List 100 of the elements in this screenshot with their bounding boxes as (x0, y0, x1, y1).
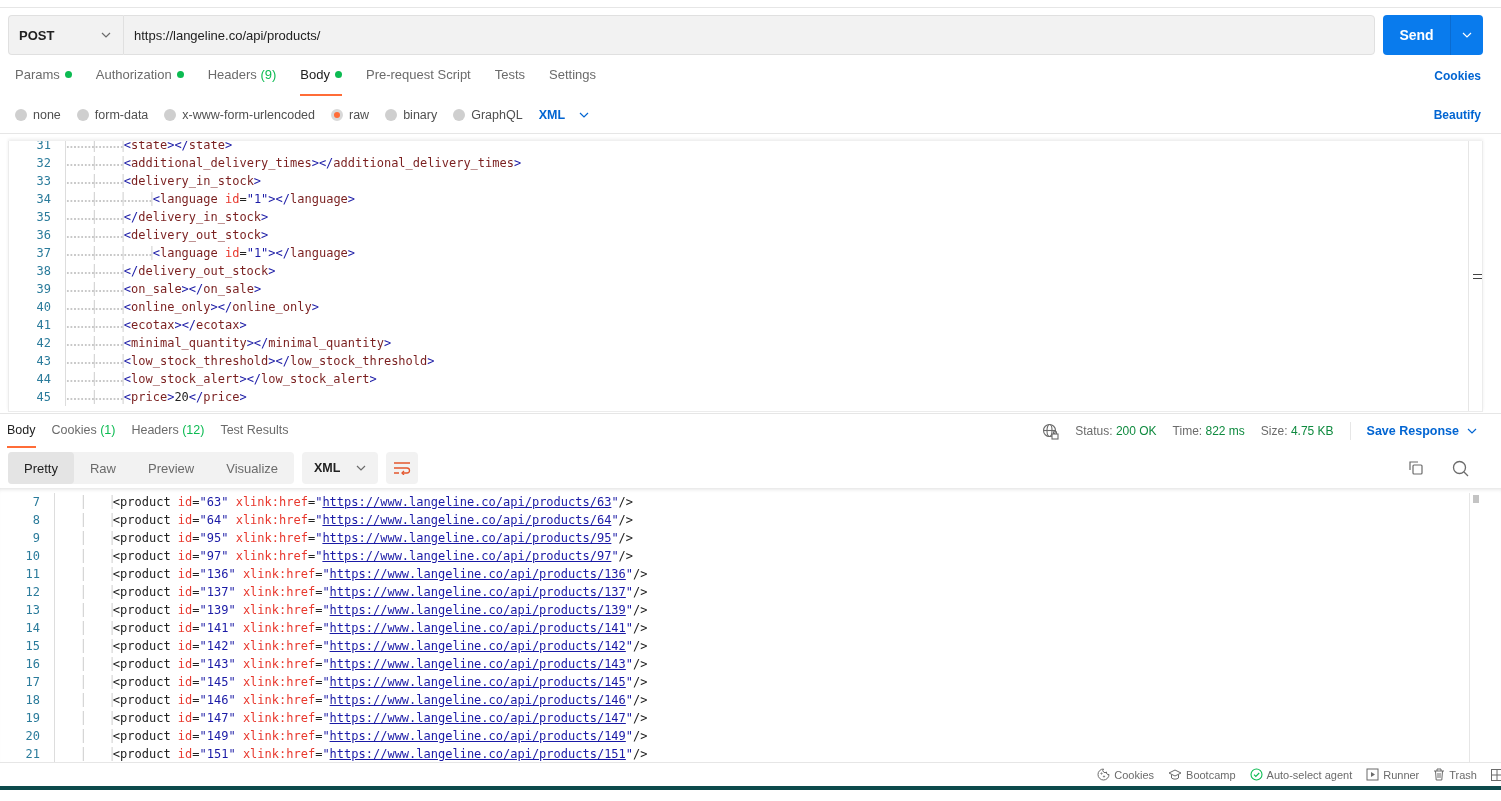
footer-button[interactable]: Cookies (1097, 768, 1155, 781)
line-number: 11 (0, 565, 55, 583)
globe-lock-icon[interactable] (1042, 422, 1060, 440)
radio-button[interactable] (331, 108, 343, 121)
request-tab[interactable]: Pre-request Script (365, 55, 471, 96)
line-number: 12 (0, 583, 55, 601)
code-line: <product id="97" xlink:href="https://www.langeline.co/api/products/97"/> (55, 547, 634, 565)
code-line: <state></state> (66, 141, 233, 154)
request-tab[interactable]: Settings (549, 55, 597, 96)
radio-label[interactable]: form-data (94, 107, 149, 122)
response-tab[interactable]: Test Results (220, 414, 289, 448)
code-line: <product id="136" xlink:href="https://www.langeline.co/api/products/136"/> (55, 565, 648, 583)
request-tab[interactable]: Headers (9) (207, 55, 277, 96)
footer-button[interactable]: Runner (1366, 768, 1420, 781)
line-number: 13 (0, 601, 55, 619)
method-dropdown[interactable]: POST (8, 15, 123, 55)
url-field[interactable]: https://langeline.co/api/products/ (123, 15, 1375, 55)
response-tab[interactable]: Headers (12) (131, 414, 205, 448)
line-number: 42 (9, 334, 66, 352)
radio-button[interactable] (164, 108, 177, 121)
size-label: Size: (1260, 424, 1288, 438)
line-number: 38 (9, 262, 66, 280)
line-number: 17 (0, 673, 55, 691)
line-number: 8 (0, 511, 55, 529)
code-line: <delivery_in_stock> (66, 172, 262, 190)
radio-label[interactable]: x-www-form-urlencoded (182, 107, 315, 122)
radio-button[interactable] (453, 108, 466, 121)
line-number: 15 (0, 637, 55, 655)
line-number: 20 (0, 727, 55, 745)
send-button[interactable]: Send (1383, 15, 1450, 55)
code-line: <delivery_out_stock> (66, 226, 269, 244)
line-number: 37 (9, 244, 66, 262)
size-value: 4.75 KB (1290, 424, 1334, 438)
format-dropdown[interactable]: XML (302, 452, 379, 484)
request-tab[interactable]: Body (300, 55, 342, 96)
cookies-link[interactable]: Cookies (1434, 68, 1481, 83)
view-mode-tab[interactable]: Pretty (8, 452, 74, 484)
status-value: 200 OK (1115, 424, 1157, 438)
line-number: 34 (9, 190, 66, 208)
format-dropdown[interactable]: XML (538, 107, 589, 122)
beautify-link[interactable]: Beautify (1433, 107, 1481, 122)
scroll-marker[interactable] (1473, 274, 1482, 279)
line-number: 9 (0, 529, 55, 547)
code-line: </delivery_in_stock> (66, 208, 269, 226)
save-response-dropdown[interactable]: Save Response (1366, 414, 1477, 448)
code-line: </delivery_out_stock> (66, 262, 276, 280)
radio-button[interactable] (385, 108, 398, 121)
line-number: 36 (9, 226, 66, 244)
wrap-lines-button[interactable] (386, 452, 419, 484)
search-icon[interactable] (1452, 459, 1469, 477)
line-number: 10 (0, 547, 55, 565)
request-tab[interactable]: Tests (494, 55, 526, 96)
code-line: <product id="137" xlink:href="https://www.langeline.co/api/products/137"/> (55, 583, 648, 601)
radio-button[interactable] (76, 108, 89, 121)
code-line: <minimal_quantity></minimal_quantity> (66, 334, 392, 352)
line-number: 14 (0, 619, 55, 637)
time-label: Time: (1172, 424, 1203, 438)
layout-icon[interactable] (1491, 768, 1501, 781)
play-box-icon (1366, 768, 1380, 781)
view-mode-tab[interactable]: Visualize (210, 452, 295, 484)
chevron-down-icon (1462, 32, 1472, 38)
code-line: <language id="1"></language> (66, 190, 356, 208)
code-line: <price>20</price> (66, 388, 247, 406)
footer-button[interactable]: Bootcamp (1168, 768, 1236, 781)
request-tab[interactable]: Params (15, 55, 72, 96)
radio-button[interactable] (15, 108, 27, 121)
code-line: <product id="145" xlink:href="https://www.langeline.co/api/products/145"/> (55, 673, 648, 691)
code-line: <low_stock_threshold></low_stock_threshold> (66, 352, 435, 370)
view-mode-tab[interactable]: Preview (132, 452, 211, 484)
chevron-down-icon (579, 111, 589, 118)
scrollbar-thumb[interactable] (1473, 495, 1479, 503)
response-tab[interactable]: Cookies (1) (51, 414, 116, 448)
request-tab[interactable]: Authorization (95, 55, 184, 96)
code-line: <product id="149" xlink:href="https://www.langeline.co/api/products/149"/> (55, 727, 648, 745)
chevron-down-icon (356, 465, 367, 471)
view-mode-tab[interactable]: Raw (73, 452, 132, 484)
check-circle-icon (1249, 768, 1263, 781)
radio-label[interactable]: none (33, 107, 61, 122)
code-line: <on_sale></on_sale> (66, 280, 262, 298)
footer-button[interactable]: Auto-select agent (1249, 768, 1353, 781)
time-value: 822 ms (1205, 424, 1245, 438)
line-number: 41 (9, 316, 66, 334)
code-line: <additional_delivery_times></additional_delivery_times> (66, 154, 522, 172)
line-number: 32 (9, 154, 66, 172)
code-line: <product id="141" xlink:href="https://www.langeline.co/api/products/141"/> (55, 619, 648, 637)
response-tab[interactable]: Body (7, 414, 36, 448)
cookie-icon (1097, 768, 1111, 781)
footer-button[interactable]: Trash (1433, 768, 1477, 781)
code-line: <product id="142" xlink:href="https://www.langeline.co/api/products/142"/> (55, 637, 648, 655)
copy-icon[interactable] (1408, 460, 1424, 476)
code-line: <product id="151" xlink:href="https://www.langeline.co/api/products/151"/> (55, 745, 648, 762)
radio-label[interactable]: binary (403, 107, 438, 122)
send-options-button[interactable] (1450, 15, 1483, 55)
code-line: <product id="146" xlink:href="https://www.langeline.co/api/products/146"/> (55, 691, 648, 709)
line-number: 19 (0, 709, 55, 727)
radio-label[interactable]: GraphQL (471, 107, 523, 122)
line-number: 43 (9, 352, 66, 370)
line-number: 16 (0, 655, 55, 673)
chevron-down-icon (101, 32, 111, 38)
radio-label[interactable]: raw (349, 107, 370, 122)
